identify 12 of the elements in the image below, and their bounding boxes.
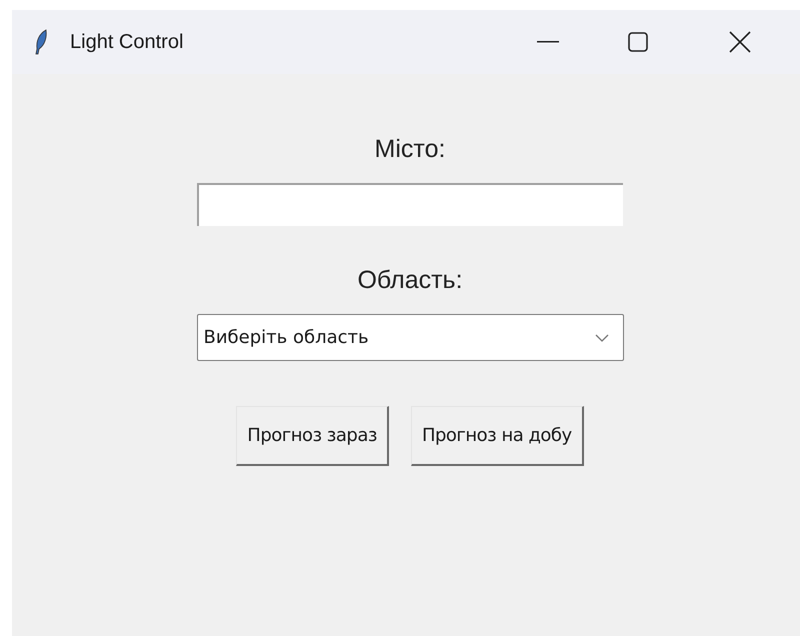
forecast-button[interactable]: Прогноз на добу	[410, 406, 584, 466]
city-input-field[interactable]	[197, 183, 623, 226]
maximize-icon	[628, 32, 648, 52]
close-icon	[729, 31, 751, 53]
chevron-down-icon	[594, 334, 608, 342]
feather-icon	[34, 29, 48, 55]
forecast-button[interactable]: Прогноз зараз	[236, 406, 389, 466]
minimize-icon	[537, 41, 559, 43]
region-dropdown[interactable]: Виберіть область	[196, 314, 624, 361]
window-title: Light Control	[70, 30, 184, 55]
region-label: Область:	[357, 265, 463, 295]
city-label: Місто:	[374, 134, 446, 164]
